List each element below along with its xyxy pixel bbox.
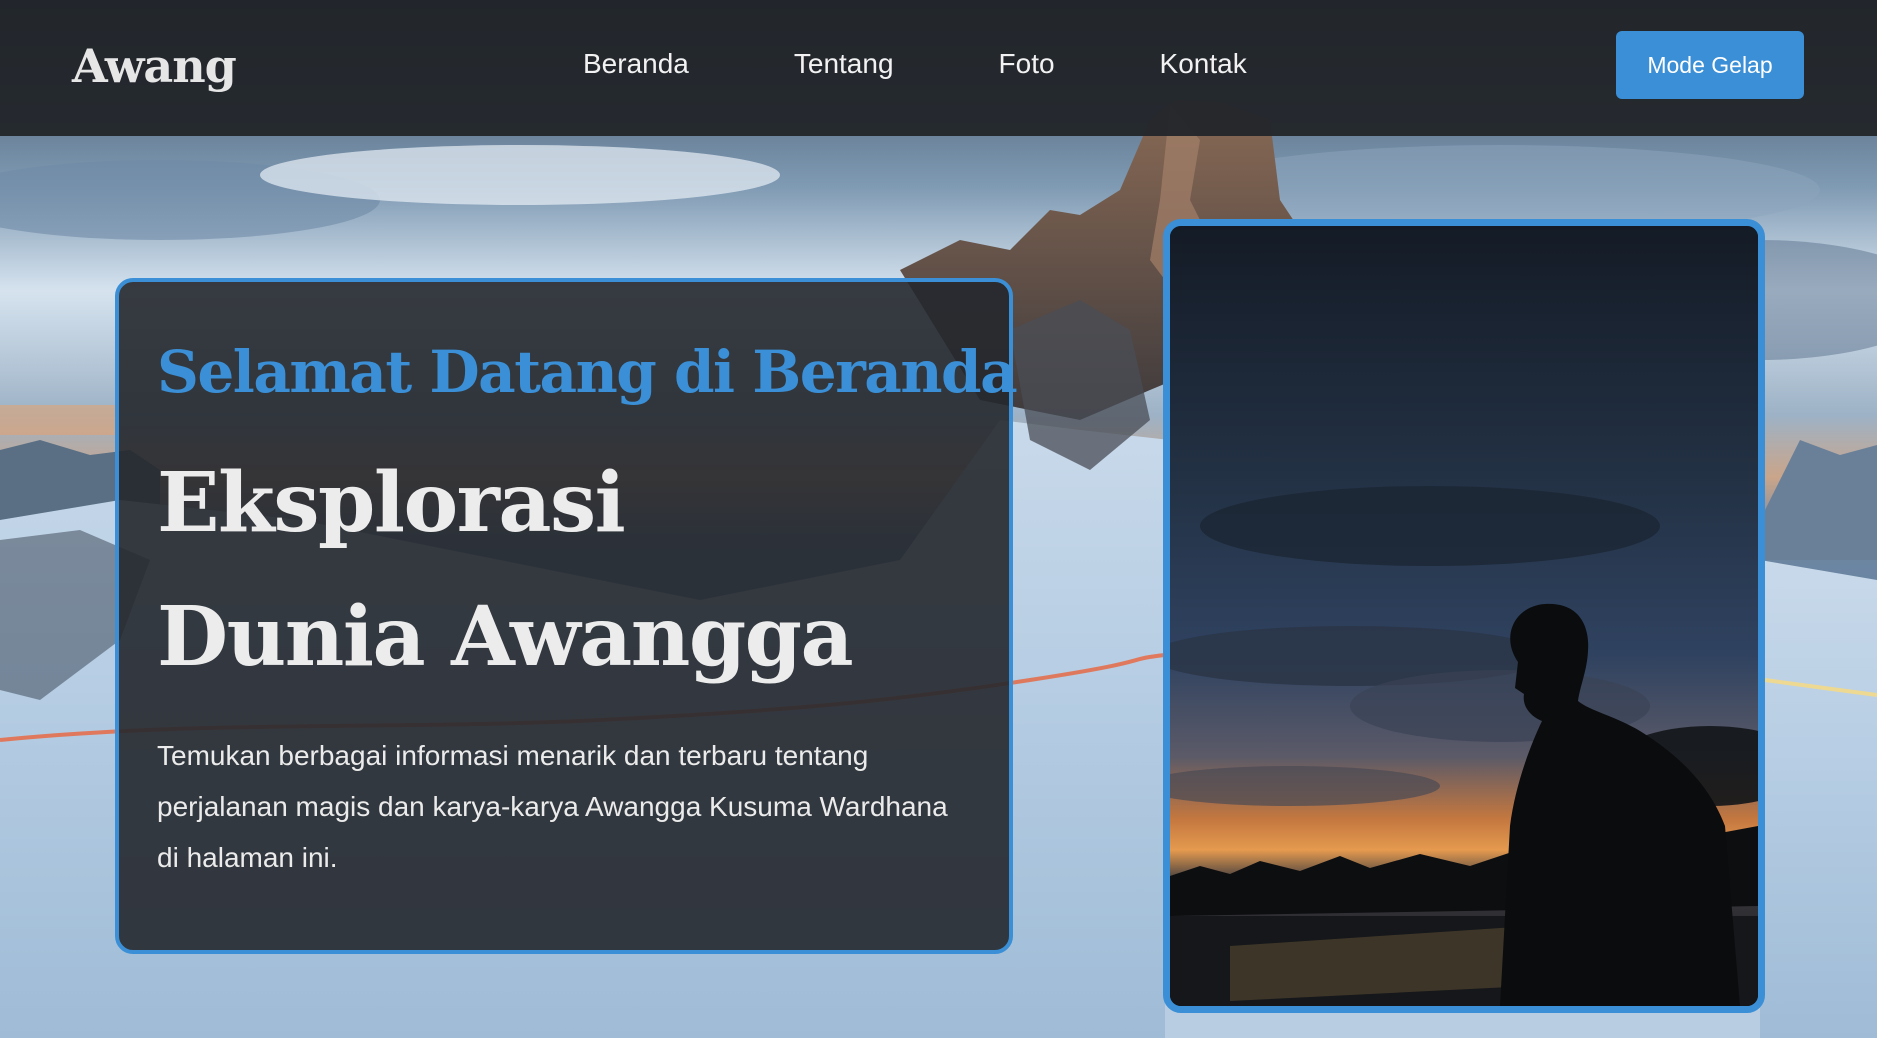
hero-description: Temukan berbagai informasi menarik dan t… [157, 740, 948, 873]
nav-links: Beranda Tentang Foto Kontak [583, 40, 1247, 88]
nav-link-foto[interactable]: Foto [999, 40, 1055, 88]
brand-logo[interactable]: Awang [72, 34, 237, 98]
hero-title: Eksplorasi Dunia Awangga [157, 455, 854, 685]
dark-mode-button[interactable]: Mode Gelap [1616, 31, 1804, 99]
nav-link-kontak[interactable]: Kontak [1160, 40, 1247, 88]
hero-eyebrow: Selamat Datang di Beranda [157, 338, 1018, 406]
nav-link-beranda[interactable]: Beranda [583, 40, 689, 88]
nav-item-kontak: Kontak [1160, 40, 1247, 88]
portrait-photo [1163, 219, 1765, 1013]
navbar: Awang Beranda Tentang Foto Kontak Mode G… [0, 0, 1877, 136]
hero-card: Selamat Datang di Beranda Eksplorasi Dun… [115, 278, 1018, 954]
silhouette-photo-image [1170, 226, 1758, 1006]
nav-item-foto: Foto [999, 40, 1160, 88]
page: Awang Beranda Tentang Foto Kontak Mode G… [0, 0, 1877, 1038]
nav-link-tentang[interactable]: Tentang [794, 40, 894, 88]
nav-item-beranda: Beranda [583, 40, 794, 88]
nav-item-tentang: Tentang [794, 40, 999, 88]
